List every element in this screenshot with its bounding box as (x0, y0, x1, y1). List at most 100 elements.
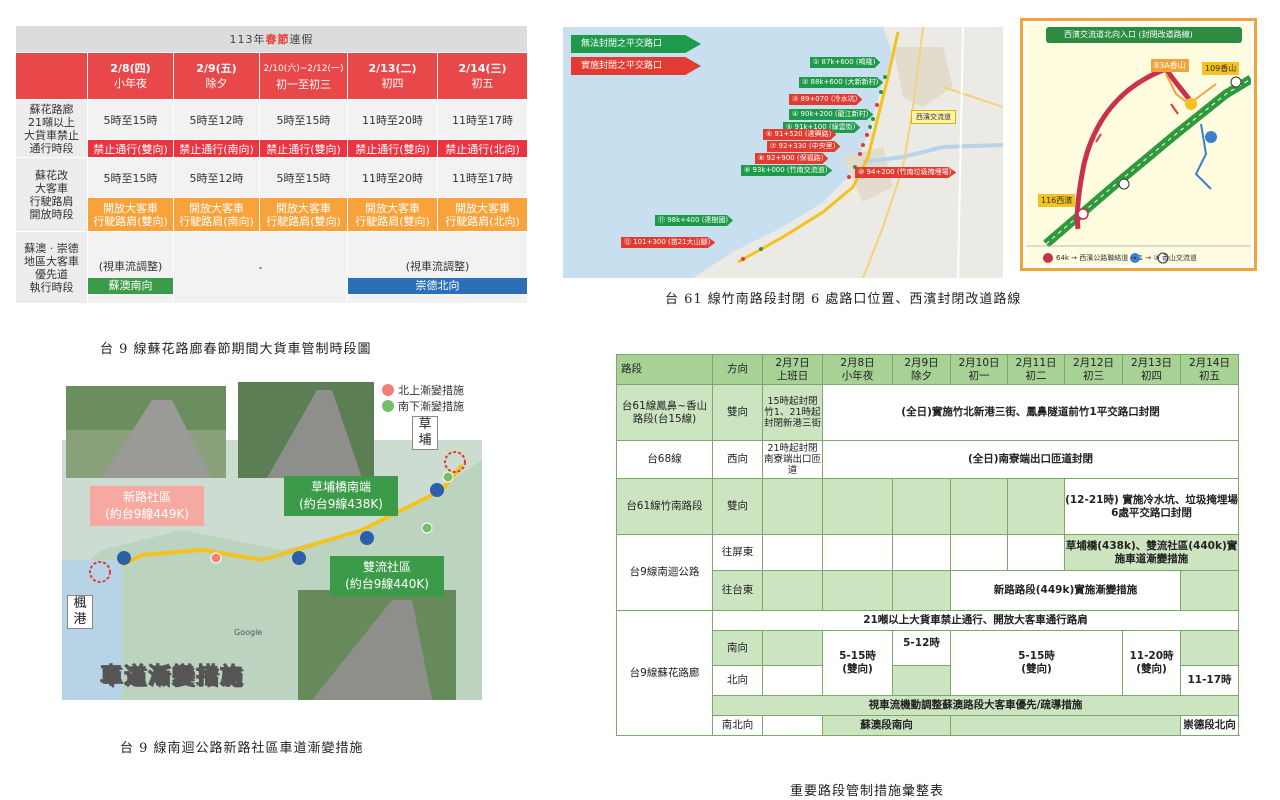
banner-lane-shift: 車道漸變措施 (99, 664, 245, 690)
row-label-truck-ban: 蘇花路廊 21噸以上 大貨車禁止 通行時段 (15, 99, 88, 158)
control-summary-table: 路段 方向 2月7日 上班日 2月8日 小年夜 2月9日 除夕 2月10日 初一… (616, 354, 1239, 750)
photo-legend: 北上漸變措施 南下漸變措施 (382, 383, 464, 415)
caption-summary: 重要路段管制措施彙整表 (790, 784, 945, 799)
callout-caopu: 草埔橋南端 (約台9線438K) (284, 476, 398, 516)
bus-shoulder-time: 11時至17時 (436, 157, 529, 198)
place-caopu: 草 埔 (412, 416, 438, 450)
station-label: 西濱交流道 (911, 110, 956, 124)
schedule-day-3: 2/10(六)~2/12(一) 初一至初三 (259, 52, 348, 100)
road-61-fengbi: 台61線鳳鼻~香山路段(台15線) (616, 384, 713, 441)
truck-ban-time: 5時至12時 (173, 99, 260, 140)
site-label: ⑧ 92+900 (保福路) (755, 153, 829, 164)
cell-feb10-12: 5-15時 (雙向) (950, 630, 1123, 696)
cell-suao-south: 蘇澳段南向 (822, 715, 951, 736)
cell-xinlu-shift: 新路路段(449k)實施漸變措施 (950, 570, 1181, 611)
site-label: ⑦ 92+330 (中央里) (767, 141, 841, 152)
site-label: ⑪ 98k+400 (達樹國) (655, 215, 734, 226)
truck-ban-note: 禁止通行(雙向) (259, 139, 348, 158)
map-legend: 無法封閉之平交路口 實施封閉之平交路口 (571, 35, 701, 81)
dir-cell: 南向 (712, 630, 763, 666)
schedule-day-4: 2/13(二) 初四 (347, 52, 438, 100)
cell-fengbi-all-day: (全日)實施竹北新港三街、鳳鼻隧道前竹1平交路口封閉 (822, 384, 1239, 441)
road-116-label: 116西濱 (1038, 194, 1076, 207)
bus-priority-south: (視車流調整) 蘇澳南向 (87, 231, 174, 304)
row-label-bus-priority: 蘇澳 · 崇德 地區大客車 優先道 執行時段 (15, 231, 88, 304)
th-date: 2月14日 初五 (1180, 354, 1239, 385)
truck-ban-note: 禁止通行(北向) (436, 139, 529, 158)
bus-shoulder-note: 開放大客車 行駛路肩(雙向) (259, 197, 348, 232)
th-date: 2月7日 上班日 (762, 354, 823, 385)
dir-cell: 西向 (712, 440, 763, 479)
site-label: ② 88k+600 (大新新村) (799, 77, 884, 88)
th-date: 2月12日 初三 (1064, 354, 1123, 385)
bus-shoulder-note: 開放大客車 行駛路肩(雙向) (347, 197, 438, 232)
schedule-day-2: 2/9(五) 除夕 (173, 52, 260, 100)
legend-open-crossing: 無法封閉之平交路口 (571, 35, 701, 53)
truck-ban-note: 禁止通行(雙向) (347, 139, 438, 158)
road61-closure-map: 無法封閉之平交路口 實施封閉之平交路口 ① 87k+600 (鳴隆) ② 88k… (563, 27, 1003, 278)
dir-cell: 南北向 (712, 715, 763, 736)
legend-closed-crossing: 實施封閉之平交路口 (571, 57, 701, 75)
suao-south-tag: 蘇澳南向 (88, 277, 173, 294)
dir-cell: 往台東 (712, 570, 763, 611)
google-logo: Google (234, 628, 263, 637)
site-label: ① 87k+600 (鳴隆) (810, 57, 881, 68)
cell-caopu-shift: 草埔橋(438k)、雙流社區(440k)實施車道漸變措施 (1064, 534, 1239, 571)
cell-suhua-note: 視車流機動調整蘇澳路段大客車優先/疏導措施 (712, 695, 1239, 716)
place-fenggang: 楓 港 (67, 595, 93, 629)
th-date: 2月13日 初四 (1122, 354, 1181, 385)
site-label: ④ 90k+200 (龍江新村) (789, 109, 874, 120)
bus-priority-north: (視車流調整) 崇德北向 (346, 231, 529, 304)
bus-priority-none: - (173, 231, 348, 304)
truck-ban-time: 5時至15時 (87, 99, 174, 140)
site-label: ⑨ 93k+000 (竹南交流道) (741, 165, 833, 176)
bus-shoulder-time: 5時至15時 (87, 157, 174, 198)
callout-shuangliu: 雙流社區 (約台9線440K) (330, 556, 444, 596)
th-road: 路段 (616, 354, 713, 385)
site-label: ⑫ 101+300 (苗21大山腳) (621, 237, 716, 248)
schedule-day-5: 2/14(三) 初五 (436, 52, 529, 100)
cell-feb8: 5-15時 (雙向) (822, 630, 893, 696)
cell-feb9: 5-12時 (892, 630, 951, 666)
caption-map61: 台 61 線竹南路段封閉 6 處路口位置、西濱封閉改道路線 (665, 292, 1022, 307)
truck-ban-note: 禁止通行(雙向) (87, 139, 174, 158)
route-legend: 64k → 西濱公路聯絡道 → 1 → ③ 香山交流道 (1056, 254, 1197, 262)
bus-shoulder-note: 開放大客車 行駛路肩(雙向) (87, 197, 174, 232)
callout-xinlu: 新路社區 (約台9線449K) (90, 486, 204, 526)
cell-suhua-header: 21噸以上大貨車禁止通行、開放大客車通行路肩 (712, 610, 1239, 631)
site-label: ⑩ 94+200 (竹南垃圾掩埋場) (855, 167, 957, 178)
lane-shift-photo-map: 北上漸變措施 南下漸變措施 草 埔 楓 港 新路社區 (約台9線449K) 草埔… (62, 380, 482, 705)
road-68: 台68線 (616, 440, 713, 479)
caption-schedule: 台 9 線蘇花路廊春節期間大貨車管制時段圖 (100, 342, 372, 357)
road-83a-label: 83A香山 (1151, 59, 1189, 72)
th-direction: 方向 (712, 354, 763, 385)
cell-zhunan-closure: (12-21時) 實施冷水坑、垃圾掩埋場6處平交路口封閉 (1064, 478, 1239, 535)
dir-cell: 雙向 (712, 478, 763, 535)
route-graphic (1026, 66, 1251, 264)
caption-photo: 台 9 線南迴公路新路社區車道漸變措施 (120, 741, 364, 756)
th-date: 2月10日 初一 (950, 354, 1008, 385)
road-9-nanhui: 台9線南迴公路 (616, 534, 713, 611)
row-label-bus-shoulder: 蘇花改 大客車 行駛路肩 開放時段 (15, 157, 88, 232)
dir-cell: 雙向 (712, 384, 763, 441)
detour-route-diagram: 西濱交流道北向入口 (封閉改道路線) 83A香山 109香山 116西濱 64k… (1020, 18, 1257, 271)
cell-feb14: 11-17時 (1180, 665, 1239, 696)
th-date: 2月11日 初二 (1007, 354, 1065, 385)
cell-feb7: 15時起封閉竹1、21時起封閉新港三街 (762, 384, 823, 441)
schedule-title: 113年春節連假 (14, 25, 529, 53)
truck-ban-time: 11時至17時 (436, 99, 529, 140)
site-label: ③ 89+070 (冷水坑) (789, 94, 863, 105)
dir-cell: 北向 (712, 665, 763, 696)
road-109-label: 109香山 (1202, 62, 1240, 75)
truck-control-schedule: 113年春節連假 2/8(四) 小年夜 2/9(五) 除夕 2/10(六)~2/12… (14, 25, 529, 312)
bus-shoulder-time: 5時至12時 (173, 157, 260, 198)
bus-shoulder-time: 11時至20時 (347, 157, 438, 198)
site-label: ⑥ 91+520 (達興路) (763, 129, 837, 140)
road-61-zhunan: 台61線竹南路段 (616, 478, 713, 535)
legend-south: 南下漸變措施 (382, 399, 464, 415)
cell-nanliao-all-day: (全日)南寮端出口匝道封閉 (822, 440, 1239, 479)
chongde-north-tag: 崇德北向 (348, 277, 528, 294)
th-date: 2月8日 小年夜 (822, 354, 893, 385)
bus-shoulder-note: 開放大客車 行駛路肩(南向) (173, 197, 260, 232)
bus-shoulder-note: 開放大客車 行駛路肩(北向) (436, 197, 529, 232)
